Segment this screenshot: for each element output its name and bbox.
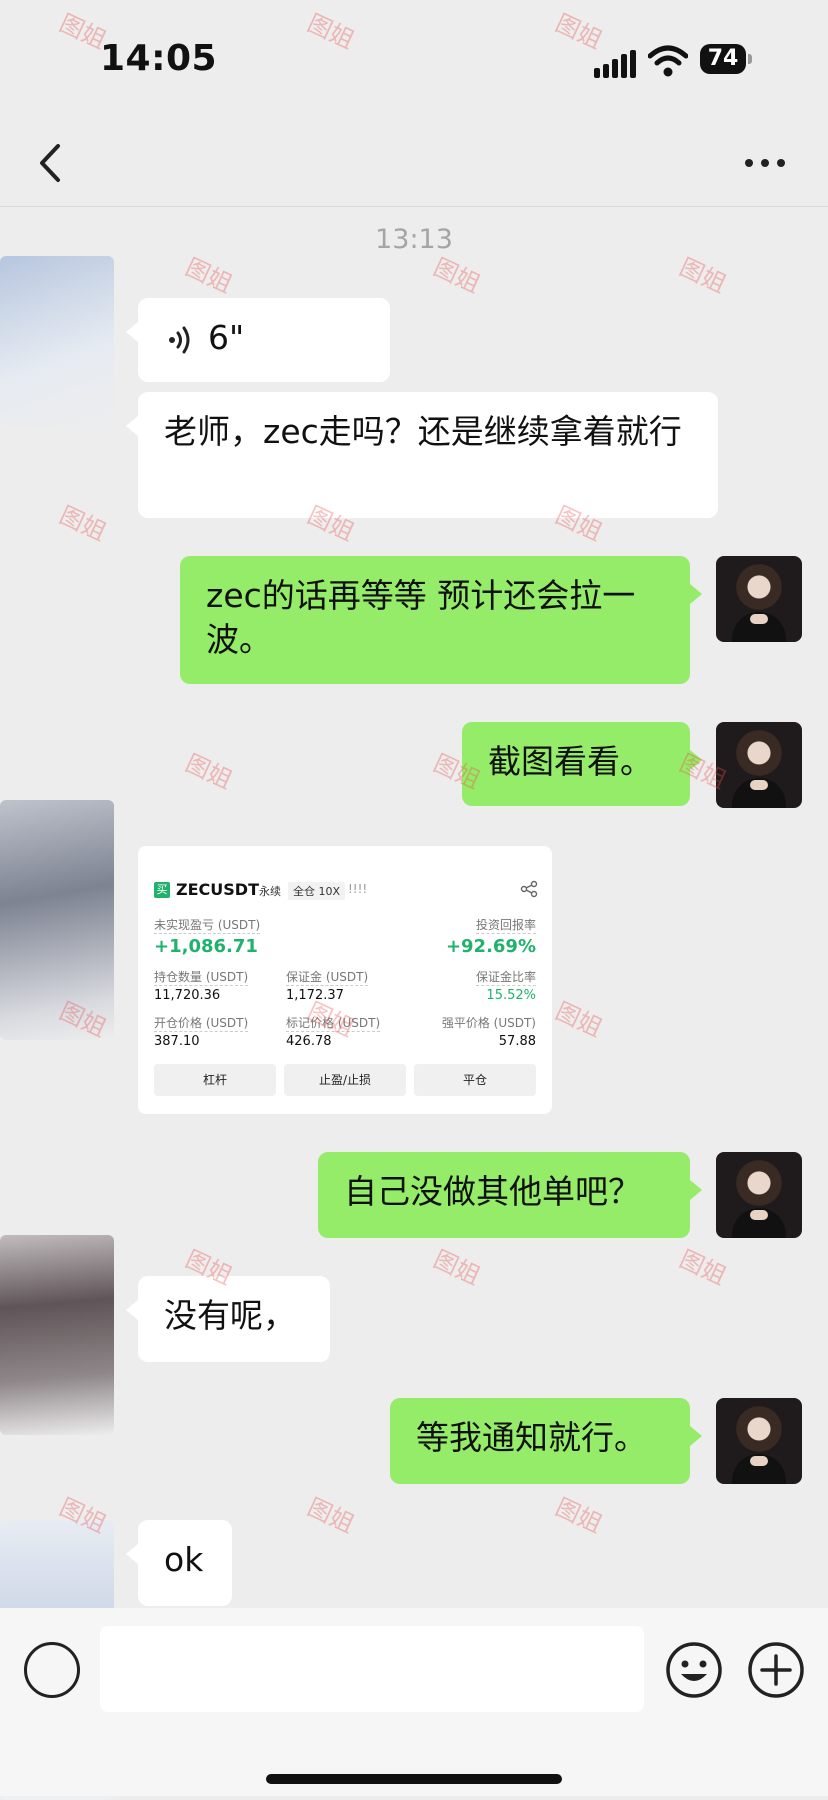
position-size: 11,720.36 [154, 988, 221, 1003]
status-bar: 14:05 74 [0, 0, 828, 120]
share-icon[interactable] [520, 880, 538, 898]
watermark: 图姐 [181, 748, 237, 795]
margin-ratio: 15.52% [486, 988, 536, 1003]
voice-duration: 6" [208, 318, 245, 357]
watermark: 图姐 [429, 1244, 485, 1291]
avatar[interactable] [716, 722, 802, 808]
margin-mode: 全仓 10X [288, 882, 346, 900]
message-text: zec的话再等等 预计还会拉一波。 [206, 576, 636, 659]
watermark: 图姐 [551, 1492, 607, 1539]
roi: +92.69% [445, 936, 536, 957]
chat-title-redacted [270, 132, 590, 192]
received-message[interactable]: 没有呢， [126, 1276, 330, 1362]
liq-price: 57.88 [498, 1034, 536, 1049]
emoji-icon[interactable] [664, 1640, 724, 1700]
battery-level: 74 [700, 44, 746, 74]
watermark: 图姐 [675, 1244, 731, 1291]
wifi-icon [648, 45, 688, 77]
tp-sl-button[interactable]: 止盈/止损 [284, 1064, 406, 1096]
watermark: 图姐 [181, 252, 237, 299]
sent-message[interactable]: 等我通知就行。 [390, 1398, 702, 1484]
message-text: 等我通知就行。 [416, 1418, 647, 1457]
mark-price-label: 标记价格 (USDT) [286, 1016, 381, 1032]
leverage-bars: !!!! [348, 882, 368, 896]
message-text: ok [164, 1540, 204, 1579]
entry-price-label: 开仓价格 (USDT) [154, 1016, 249, 1032]
chat-header [0, 120, 828, 207]
roi-label: 投资回报率 [475, 918, 536, 934]
received-message[interactable]: ok [126, 1520, 232, 1606]
sent-message[interactable]: zec的话再等等 预计还会拉一波。 [180, 556, 702, 684]
message-text: 老师，zec走吗？还是继续拿着就行 [164, 412, 682, 451]
message-text: 自己没做其他单吧？ [344, 1172, 641, 1211]
home-indicator [266, 1774, 562, 1784]
mark-price: 426.78 [286, 1034, 332, 1049]
unrealized-pnl: +1,086.71 [154, 936, 258, 957]
voice-icon [169, 326, 190, 353]
sent-message[interactable]: 自己没做其他单吧？ [318, 1152, 702, 1238]
symbol: ZECUSDT [176, 880, 259, 899]
message-text: 截图看看。 [488, 742, 653, 781]
side-badge: 买 [154, 882, 170, 898]
message-input-bar [0, 1608, 828, 1796]
more-icon[interactable] [740, 146, 790, 180]
unrealized-pnl-label: 未实现盈亏 (USDT) [154, 918, 261, 934]
message-text: 没有呢， [164, 1296, 296, 1335]
plus-icon[interactable] [746, 1640, 806, 1700]
received-message[interactable]: 老师，zec走吗？还是继续拿着就行 [126, 392, 718, 518]
margin-label: 保证金 (USDT) [286, 970, 369, 986]
avatar[interactable] [716, 1398, 802, 1484]
avatar[interactable] [716, 556, 802, 642]
status-time: 14:05 [100, 38, 218, 79]
trade-position-card[interactable]: 买 ZECUSDT 永续 全仓 10X !!!! 未实现盈亏 (USDT) +1… [138, 846, 552, 1114]
watermark: 图姐 [675, 252, 731, 299]
battery-indicator: 74 [700, 44, 752, 76]
entry-price: 387.10 [154, 1034, 200, 1049]
back-icon[interactable] [30, 138, 70, 188]
message-input[interactable] [100, 1626, 644, 1712]
sent-message[interactable]: 截图看看。 [462, 722, 702, 806]
cellular-signal-icon [594, 48, 638, 78]
avatar[interactable] [716, 1152, 802, 1238]
margin: 1,172.37 [286, 988, 344, 1003]
close-position-button[interactable]: 平仓 [414, 1064, 536, 1096]
voice-message[interactable]: 6" [126, 298, 390, 382]
voice-toggle-icon[interactable] [24, 1642, 80, 1698]
message-timestamp: 13:13 [375, 224, 453, 255]
leverage-button[interactable]: 杠杆 [154, 1064, 276, 1096]
contract-type: 永续 [259, 885, 281, 898]
watermark: 图姐 [429, 252, 485, 299]
watermark: 图姐 [551, 996, 607, 1043]
redacted-avatar-strip [0, 250, 114, 1800]
margin-ratio-label: 保证金比率 [475, 970, 536, 986]
liq-price-label: 强平价格 (USDT) [441, 1016, 536, 1030]
watermark: 图姐 [303, 1492, 359, 1539]
position-size-label: 持仓数量 (USDT) [154, 970, 249, 986]
